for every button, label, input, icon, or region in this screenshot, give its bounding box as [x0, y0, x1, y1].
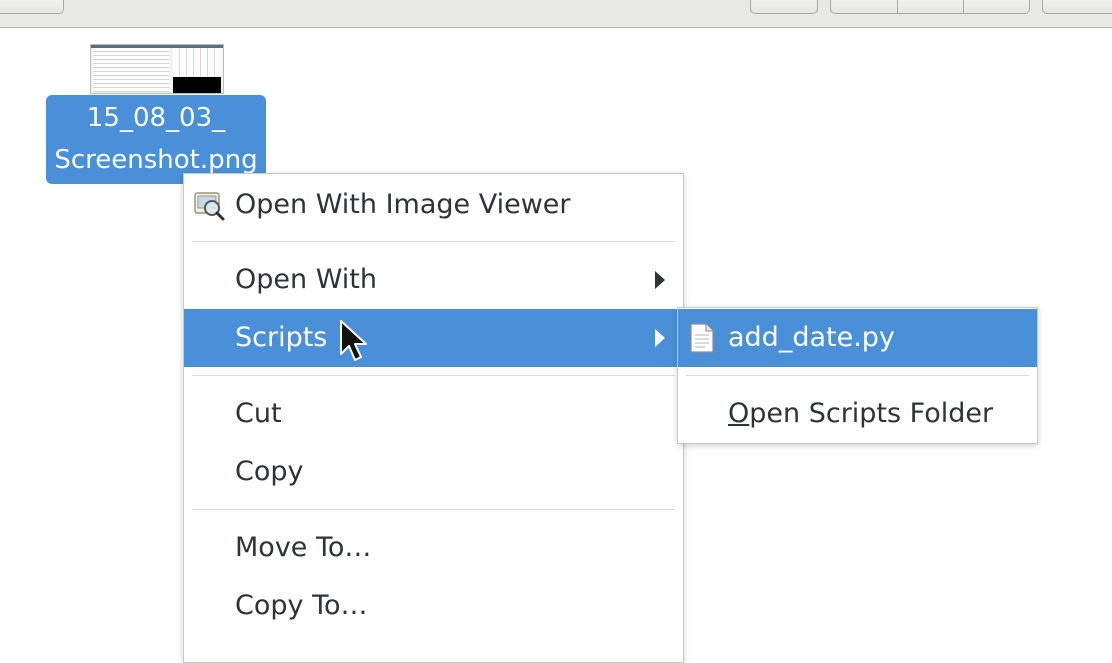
toolbar-button-left[interactable] — [0, 0, 64, 14]
menu-item-copy[interactable]: Copy — [184, 443, 683, 501]
image-viewer-icon — [194, 192, 225, 221]
menu-item-label: Copy — [235, 456, 304, 487]
menu-item-label: Scripts — [235, 322, 328, 353]
label-rest: pen Scripts Folder — [749, 398, 994, 429]
script-file-icon — [690, 323, 714, 353]
menu-item-label: Open With — [235, 264, 378, 295]
menu-item-cut[interactable]: Cut — [184, 385, 683, 443]
menu-item-label: Open With Image Viewer — [235, 189, 571, 220]
menu-item-open-with[interactable]: Open With — [184, 251, 683, 309]
file-thumbnail[interactable] — [90, 44, 224, 94]
mnemonic-letter: O — [728, 398, 750, 429]
submenu-item-open-scripts-folder[interactable]: Open Scripts Folder — [678, 385, 1037, 443]
menu-item-move-to[interactable]: Move To… — [184, 519, 683, 577]
menu-item-label: Move To… — [235, 532, 372, 563]
submenu-item-add-date[interactable]: add_date.py — [678, 309, 1037, 367]
file-name-line-1: 15_08_03_ — [86, 103, 226, 133]
menu-item-label: Cut — [235, 398, 282, 429]
toolbar-button[interactable] — [750, 0, 818, 14]
menu-separator — [192, 375, 675, 376]
submenu-item-label: add_date.py — [728, 322, 895, 353]
context-menu: Open With Image Viewer Open With Scripts… — [183, 173, 684, 663]
menu-separator — [686, 375, 1029, 376]
menu-item-copy-to[interactable]: Copy To… — [184, 577, 683, 635]
menu-separator — [192, 509, 675, 510]
toolbar-button-right[interactable] — [1042, 0, 1112, 14]
window-toolbar — [0, 0, 1112, 28]
submenu-arrow-icon — [655, 329, 665, 347]
mouse-pointer-icon — [340, 320, 367, 361]
view-button-group[interactable] — [830, 0, 1030, 14]
menu-item-open-with-image-viewer[interactable]: Open With Image Viewer — [184, 176, 683, 234]
menu-separator — [192, 241, 675, 242]
submenu-arrow-icon — [655, 271, 665, 289]
menu-item-scripts[interactable]: Scripts — [184, 309, 683, 367]
file-name-label[interactable]: 15_08_03_ Screenshot.png — [46, 95, 266, 184]
menu-item-label: Copy To… — [235, 590, 368, 621]
scripts-submenu: add_date.py Open Scripts Folder — [677, 307, 1038, 444]
submenu-item-label: Open Scripts Folder — [728, 385, 993, 443]
